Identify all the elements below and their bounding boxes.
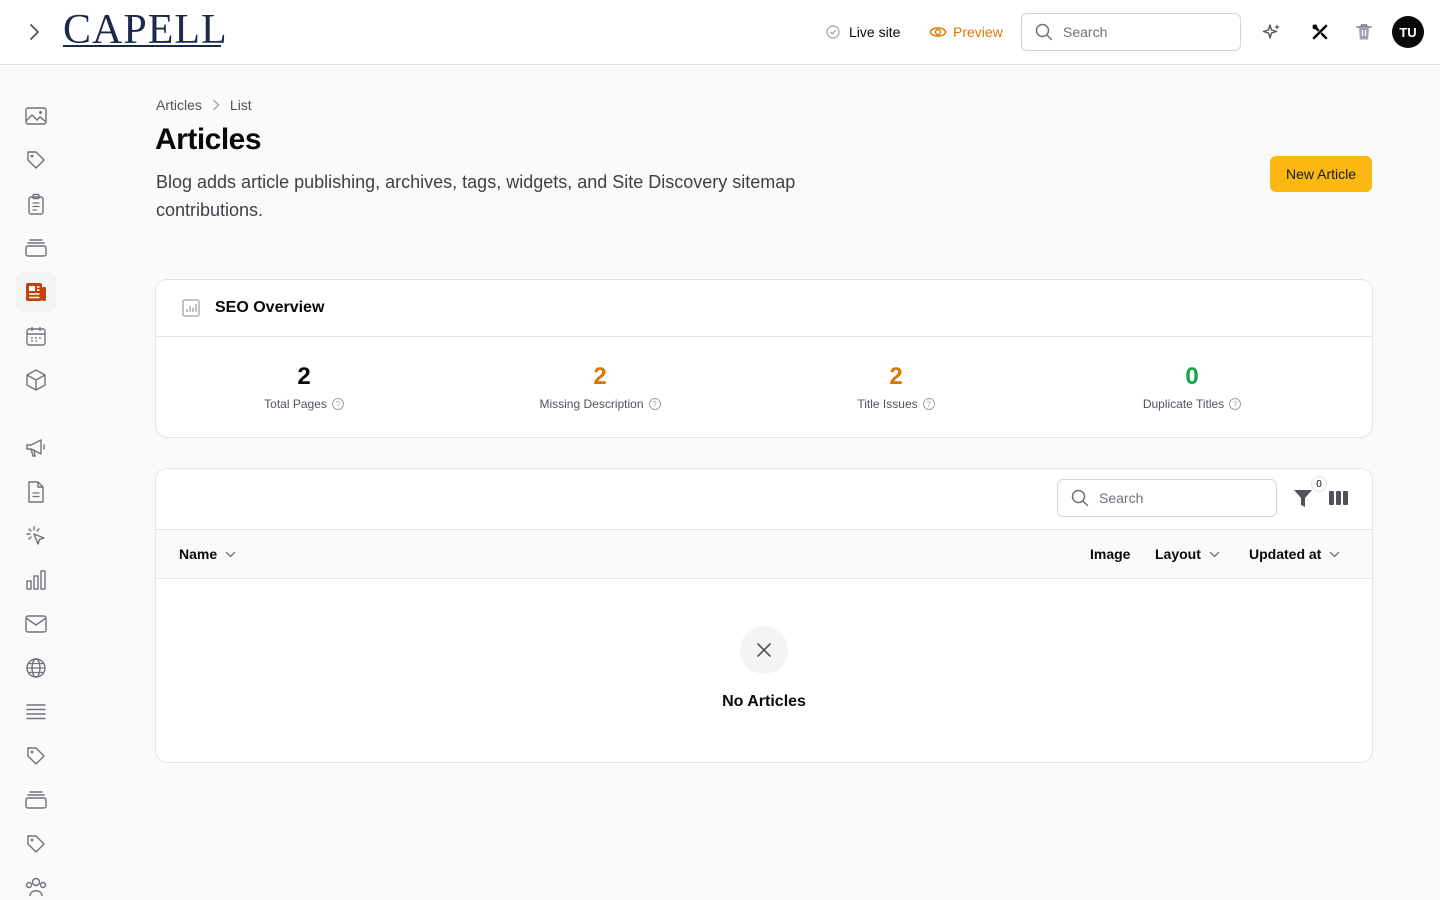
- sidebar-envelope-icon[interactable]: [16, 604, 56, 644]
- empty-state: No Articles: [156, 626, 1372, 711]
- chevron-down-icon: [1209, 551, 1220, 557]
- check-circle-icon: [826, 25, 840, 39]
- stat-duplicate-titles: 0 Duplicate Titles?: [1044, 337, 1340, 437]
- stat-missing-description: 2 Missing Description?: [452, 337, 748, 437]
- column-updated-at-label: Updated at: [1249, 546, 1322, 562]
- close-icon: [757, 643, 771, 657]
- seo-stats: 2 Total Pages? 2 Missing Description? 2 …: [156, 337, 1372, 437]
- help-icon[interactable]: ?: [922, 398, 935, 410]
- stat-label: Missing Description: [539, 397, 644, 411]
- chevron-down-icon: [225, 551, 236, 557]
- search-icon: [1071, 489, 1089, 507]
- sidebar-list-icon[interactable]: [16, 692, 56, 732]
- trash-icon[interactable]: [1352, 20, 1376, 44]
- column-header-name[interactable]: Name: [179, 546, 236, 562]
- sidebar-clipboard-icon[interactable]: [16, 184, 56, 224]
- search-icon: [1035, 23, 1053, 41]
- seo-overview-card: SEO Overview 2 Total Pages? 2 Missing De…: [155, 279, 1373, 438]
- global-search[interactable]: [1021, 13, 1241, 51]
- breadcrumb-articles[interactable]: Articles: [156, 97, 202, 113]
- stat-label-row: Duplicate Titles?: [1142, 397, 1242, 411]
- stat-title-issues: 2 Title Issues?: [748, 337, 1044, 437]
- help-icon[interactable]: ?: [1229, 398, 1242, 410]
- live-site-link[interactable]: Live site: [826, 22, 900, 42]
- sidebar-image-icon[interactable]: [16, 96, 56, 136]
- sidebar-users-icon[interactable]: [16, 864, 56, 900]
- table-toolbar: 0: [156, 469, 1372, 529]
- empty-state-title: No Articles: [722, 693, 806, 710]
- top-bar: CAPELL Live site Preview TU: [0, 0, 1440, 65]
- tools-icon[interactable]: [1308, 20, 1332, 44]
- preview-link[interactable]: Preview: [929, 22, 1003, 42]
- column-layout-label: Layout: [1155, 546, 1201, 562]
- sidebar-cube-icon[interactable]: [16, 360, 56, 400]
- stat-label-row: Total Pages?: [264, 397, 344, 411]
- column-image-label: Image: [1090, 546, 1131, 562]
- sidebar-globe-icon[interactable]: [16, 648, 56, 688]
- page-title: Articles: [155, 123, 262, 156]
- seo-overview-header: SEO Overview: [156, 280, 1372, 337]
- chevron-down-icon: [1329, 551, 1340, 557]
- sidebar-tag-icon-3[interactable]: [16, 824, 56, 864]
- stat-value: 0: [1185, 363, 1199, 390]
- sidebar-tag-icon[interactable]: [16, 140, 56, 180]
- sidebar-megaphone-icon[interactable]: [16, 428, 56, 468]
- stat-value: 2: [593, 363, 607, 390]
- help-icon[interactable]: ?: [331, 398, 344, 410]
- live-site-label: Live site: [849, 24, 901, 40]
- table-search-input[interactable]: [1099, 490, 1249, 506]
- column-header-updated-at[interactable]: Updated at: [1249, 546, 1340, 562]
- logo-underline: [63, 45, 221, 47]
- stat-value: 2: [297, 363, 311, 390]
- filter-icon[interactable]: [1293, 487, 1313, 509]
- stat-label: Total Pages: [264, 397, 327, 411]
- breadcrumb-list: List: [229, 97, 252, 113]
- global-search-input[interactable]: [1063, 24, 1213, 40]
- stat-label-row: Title Issues?: [857, 397, 935, 411]
- columns-icon[interactable]: [1329, 489, 1348, 507]
- stat-label: Duplicate Titles: [1142, 397, 1225, 411]
- sidebar-stack-icon-2[interactable]: [16, 780, 56, 820]
- chevron-right-icon: [213, 99, 220, 111]
- filter-count-badge: 0: [1311, 476, 1327, 492]
- new-article-button[interactable]: New Article: [1270, 156, 1372, 192]
- seo-overview-title: SEO Overview: [215, 299, 325, 316]
- ai-sparkles-icon[interactable]: [1260, 20, 1284, 44]
- sidebar-calendar-icon[interactable]: [16, 316, 56, 356]
- page-description: Blog adds article publishing, archives, …: [156, 172, 796, 220]
- user-avatar[interactable]: TU: [1392, 16, 1424, 48]
- sidebar-bar-chart-icon[interactable]: [16, 560, 56, 600]
- stat-label: Title Issues: [857, 397, 918, 411]
- chart-icon: [182, 299, 200, 317]
- table-search[interactable]: [1057, 479, 1277, 517]
- stat-value: 2: [889, 363, 903, 390]
- stat-label-row: Missing Description?: [539, 397, 661, 411]
- table-header: Name Image Layout Updated at: [156, 529, 1372, 579]
- empty-state-icon-circle: [740, 626, 788, 674]
- column-header-image: Image: [1090, 546, 1130, 562]
- articles-table-card: 0 Name Image Layout Updated at No Articl…: [155, 468, 1373, 763]
- sidebar-tag-icon-2[interactable]: [16, 736, 56, 776]
- column-header-layout[interactable]: Layout: [1155, 546, 1220, 562]
- eye-icon: [929, 27, 947, 37]
- sidebar-document-icon[interactable]: [16, 472, 56, 512]
- help-icon[interactable]: ?: [648, 398, 661, 410]
- sidebar-newspaper-icon[interactable]: [16, 272, 56, 312]
- column-name-label: Name: [179, 546, 218, 562]
- sidebar-stack-icon[interactable]: [16, 228, 56, 268]
- sidebar-toggle-chevron-right-icon[interactable]: [22, 20, 46, 44]
- preview-label: Preview: [953, 24, 1003, 40]
- sidebar-cursor-click-icon[interactable]: [16, 516, 56, 556]
- stat-total-pages: 2 Total Pages?: [156, 337, 452, 437]
- breadcrumb: Articles List: [156, 97, 252, 113]
